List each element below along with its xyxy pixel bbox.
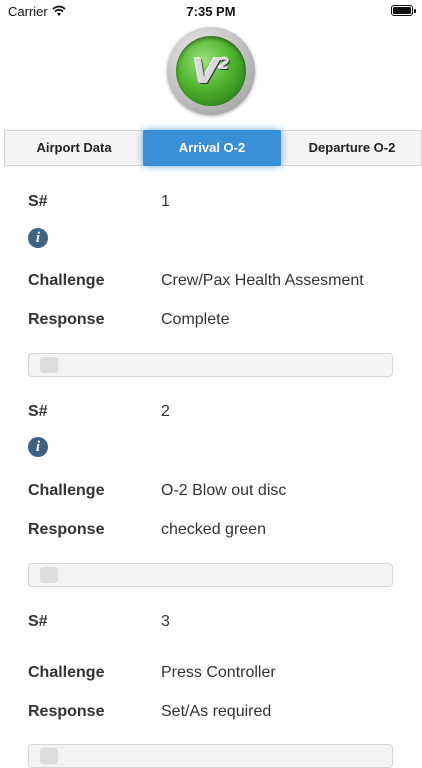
info-icon[interactable]: i (28, 437, 48, 457)
sn-label: S# (28, 613, 48, 630)
response-value: checked green (161, 521, 266, 538)
app-logo: V2 (167, 27, 255, 115)
tab-departure-o2[interactable]: Departure O-2 (281, 131, 422, 165)
challenge-value: Crew/Pax Health Assesment (161, 272, 364, 289)
tab-arrival-o2[interactable]: Arrival O-2 (143, 130, 281, 166)
toggle-knob[interactable] (40, 567, 58, 583)
toggle-knob[interactable] (40, 748, 58, 764)
sn-value: 2 (161, 403, 170, 420)
complete-toggle[interactable] (28, 563, 393, 587)
response-label: Response (28, 521, 105, 538)
sn-label: S# (28, 193, 48, 210)
sn-value: 3 (161, 613, 170, 630)
challenge-value: O-2 Blow out disc (161, 482, 287, 499)
status-bar: Carrier 7:35 PM (0, 0, 422, 24)
challenge-value: Press Controller (161, 664, 276, 681)
tab-airport-data[interactable]: Airport Data (5, 131, 143, 165)
challenge-label: Challenge (28, 482, 105, 499)
challenge-label: Challenge (28, 664, 105, 681)
complete-toggle[interactable] (28, 744, 393, 768)
sn-label: S# (28, 403, 48, 420)
info-icon[interactable]: i (28, 228, 48, 248)
response-value: Complete (161, 311, 230, 328)
battery-icon (391, 5, 416, 16)
response-label: Response (28, 703, 105, 720)
clock-time: 7:35 PM (186, 4, 236, 19)
response-value: Set/As required (161, 703, 272, 720)
segmented-tabs: Airport Data Arrival O-2 Departure O-2 (4, 130, 422, 166)
response-label: Response (28, 311, 105, 328)
sn-value: 1 (161, 193, 170, 210)
challenge-label: Challenge (28, 272, 105, 289)
toggle-knob[interactable] (40, 357, 58, 373)
complete-toggle[interactable] (28, 353, 393, 377)
